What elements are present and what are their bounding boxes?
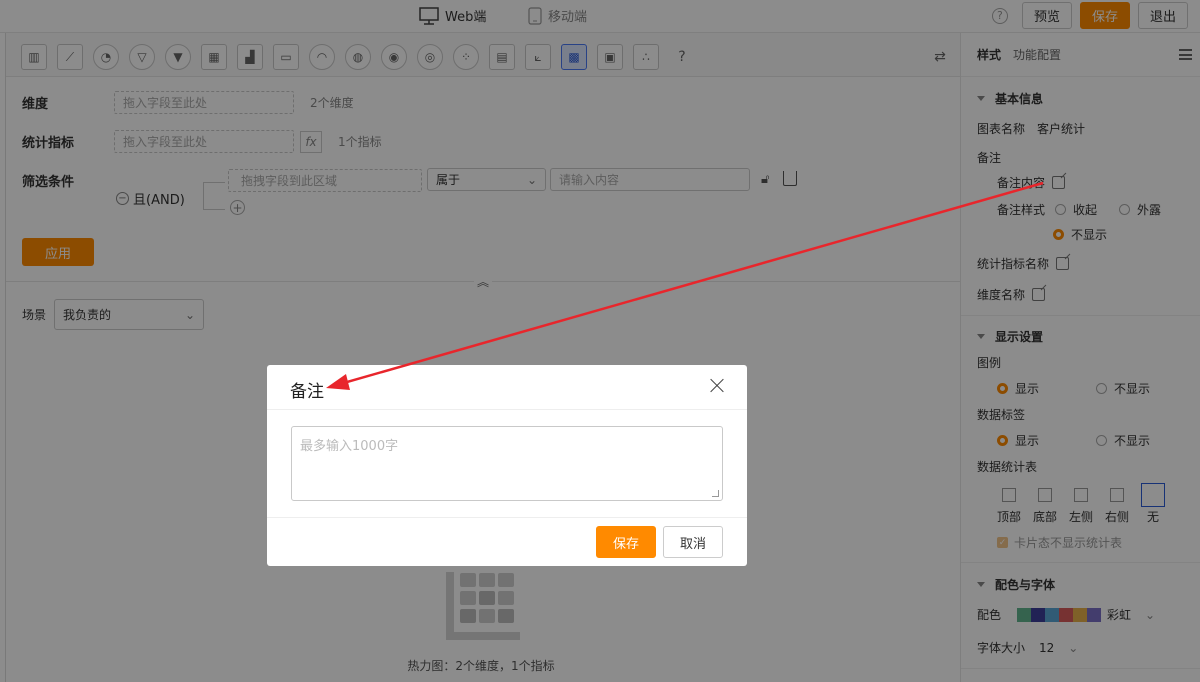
remark-modal: 备注 最多输入1000字 保存 取消 — [267, 365, 747, 566]
modal-footer-divider — [267, 517, 747, 518]
modal-save-button[interactable]: 保存 — [596, 526, 656, 558]
remark-textarea-placeholder: 最多输入1000字 — [300, 439, 399, 454]
remark-textarea[interactable]: 最多输入1000字 — [291, 426, 723, 501]
modal-footer-buttons: 保存 取消 — [596, 526, 723, 558]
modal-cancel-button[interactable]: 取消 — [663, 526, 723, 558]
modal-header: 备注 — [267, 365, 747, 410]
resize-handle-icon[interactable] — [712, 490, 719, 497]
modal-title: 备注 — [290, 382, 324, 402]
modal-overlay[interactable] — [0, 0, 1200, 682]
close-icon[interactable] — [707, 376, 727, 396]
